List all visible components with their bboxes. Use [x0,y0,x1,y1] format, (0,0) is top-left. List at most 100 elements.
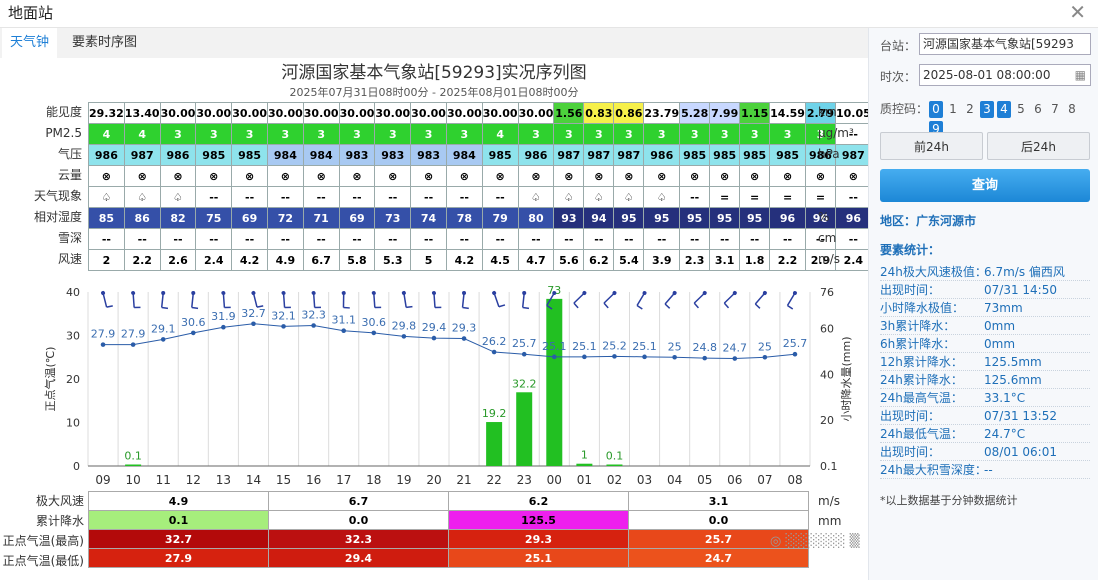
prev-24h-button[interactable]: 前24h [880,132,983,160]
x-tick-label: 14 [246,473,261,487]
grid-cell: -- [88,228,125,250]
y-right-tick-label: 40 [820,368,834,381]
summary-cell: 32.3 [268,529,449,549]
qc-code-toggle[interactable]: 2 [963,101,977,118]
y-left-tick-label: 40 [66,286,80,299]
grid-row-units: km μg/m³ hPa% cm m/s [818,102,868,270]
temperature-point [642,354,647,360]
next-24h-button[interactable]: 后24h [987,132,1090,160]
qc-code-toggle[interactable]: 0 [929,101,943,118]
y-right-tick-label: 76 [820,286,834,299]
close-icon[interactable]: ✕ [1069,2,1086,22]
grid-cell: 5.6 [553,249,585,271]
qc-code-toggle[interactable]: 4 [997,101,1011,118]
grid-cell: -- [643,228,681,250]
grid-cell: 987 [553,144,585,166]
x-tick-label: 18 [366,473,381,487]
grid-cell: 3 [410,123,447,145]
wind-barb-icon [636,291,647,310]
wind-barb-icon [573,291,587,309]
grid-cell: ♤ [159,186,197,208]
grid-cell: 2.6 [159,249,197,271]
grid-cell: -- [739,228,771,250]
grid-cell: 30.00 [338,102,376,124]
grid-cell: -- [769,228,806,250]
qc-code-toggle[interactable]: 1 [946,101,960,118]
y-right-tick-label: 0.1 [820,460,838,473]
qc-code-toggle[interactable]: 7 [1048,101,1062,118]
temperature-point [341,328,347,334]
grid-cell: 5 [410,249,447,271]
time-input[interactable]: 2025-08-01 08:00:00 ▦ [919,64,1091,86]
stat-label: 出现时间： [880,409,941,423]
grid-row: 85 86 82 75 69 72 71 69 73 74 78 79 80 93 94 95 95 95 95 95… [88,207,908,229]
wind-barb-icon [160,291,169,310]
grid-cell: 3 [583,123,615,145]
x-tick-label: 08 [787,473,802,487]
summary-cell: 0.1 [88,510,269,530]
x-tick-label: 10 [125,473,140,487]
grid-cell: 79 [481,207,519,229]
x-tick-label: 06 [727,473,742,487]
grid-cell: -- [553,228,585,250]
qc-code-toggle[interactable]: 3 [980,101,994,118]
x-tick-label: 19 [396,473,411,487]
x-tick-label: 12 [186,473,201,487]
summary-row-labels: 极大风速 累计降水 正点气温(最高) 正点气温(最低) [0,491,84,571]
temperature-point [672,354,677,360]
grid-cell: 30.00 [374,102,412,124]
summary-row-unit: mm [818,514,842,528]
grid-row-labels: 能见度 PM2.5 气压 云量 天气现象 相对湿度 雪深 风速 [0,102,82,270]
summary-row: 0.1 0.0 125.5 0.0 [88,510,809,530]
temperature-data-label: 29.3 [452,322,477,335]
x-tick-label: 00 [547,473,562,487]
grid-cell: 3.9 [643,249,681,271]
grid-cell: 3.1 [709,249,741,271]
grid-cell: 14.59 [769,102,806,124]
summary-row-label: 累计降水 [35,514,84,528]
station-input[interactable]: 河源国家基本气象站[59293 [919,33,1091,55]
grid-cell: ⊗ [643,165,681,187]
tab-element-timeseries[interactable]: 要素时序图 [64,28,145,58]
grid-cell: ⊗ [123,165,161,187]
temperature-point [461,336,467,341]
grid-cell: 3 [679,123,711,145]
precip-data-label: 32.2 [512,377,537,390]
stat-label: 出现时间： [880,445,941,459]
grid-cell: 6.7 [302,249,340,271]
stat-label: 小时降水极值： [880,301,965,315]
stat-label: 3h累计降水： [880,319,956,333]
grid-cell: 72 [266,207,304,229]
grid-cell: -- [302,228,340,250]
qc-code-toggle[interactable]: 6 [1031,101,1045,118]
query-button[interactable]: 查询 [880,169,1090,202]
x-tick-label: 23 [517,473,532,487]
grid-cell: 1.8 [739,249,771,271]
grid-cell: 3 [302,123,340,145]
temperature-point [792,351,798,357]
tab-weather-clock[interactable]: 天气钟 [2,28,58,58]
temperature-point [100,342,106,347]
calendar-icon[interactable]: ▦ [1075,65,1086,85]
grid-cell: 984 [445,144,483,166]
title-bar: 地面站 ✕ [0,0,1098,28]
grid-cell: 6.2 [583,249,615,271]
grid-cell: ⊗ [88,165,125,187]
summary-row-unit [818,551,858,571]
grid-cell: 3 [231,123,268,145]
y-left-tick-label: 20 [66,373,80,386]
grid-row-unit: km [818,105,837,119]
summary-cell: 6.2 [448,491,629,511]
grid-cell: -- [195,228,233,250]
grid-cell: 5.8 [338,249,376,271]
grid-cell: 30.00 [195,102,233,124]
grid-cell: 2.2 [769,249,806,271]
qc-code-toggle[interactable]: 5 [1014,101,1028,118]
grid-cell: 4 [123,123,161,145]
grid-row-unit: cm [818,231,837,245]
grid-cell: -- [338,186,376,208]
qc-code-toggle[interactable]: 8 [1065,101,1079,118]
grid-cell: 3 [739,123,771,145]
grid-cell: 95 [643,207,681,229]
grid-cell: ♤ [613,186,645,208]
